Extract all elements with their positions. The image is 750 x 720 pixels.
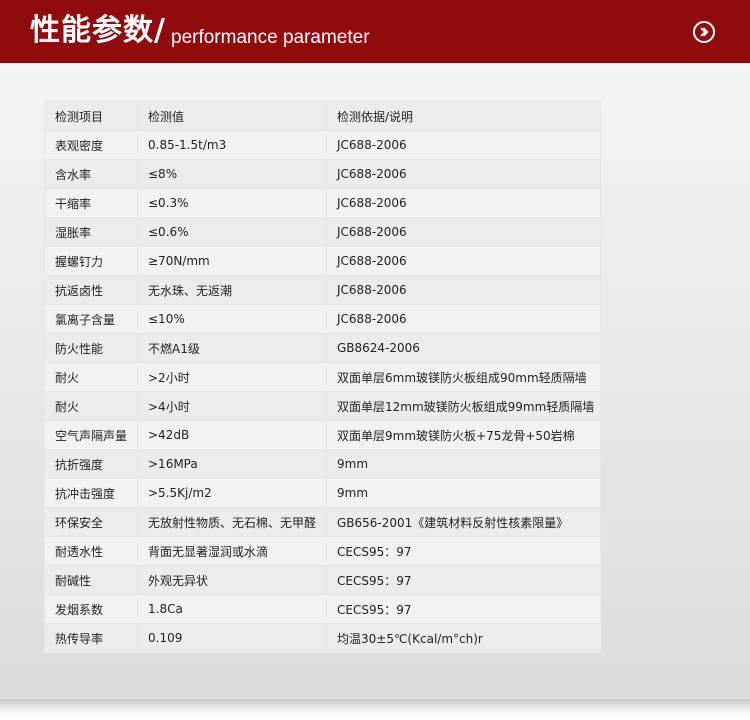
table-cell: JC688-2006 [326,159,601,189]
table-cell: 双面单层6mm玻镁防火板组成90mm轻质隔墙 [326,362,601,392]
table-cell: 背面无显著湿润或水滴 [137,536,327,566]
table-cell: 抗折强度 [44,449,138,479]
table-cell: 双面单层12mm玻镁防火板组成99mm轻质隔墙 [326,391,601,421]
table-cell: JC688-2006 [326,217,601,247]
table-cell: >2小时 [137,362,327,392]
chevron-right-circle-icon[interactable] [693,21,715,43]
table-row: 耐火 >4小时 双面单层12mm玻镁防火板组成99mm轻质隔墙 [44,391,601,421]
table-cell: 0.85-1.5t/m3 [137,130,327,160]
page-header: 性能参数/ performance parameter [0,0,750,63]
table-cell: JC688-2006 [326,304,601,334]
table-row: 抗冲击强度 >5.5Kj/m2 9mm [44,478,601,508]
table-cell: 无放射性物质、无石棉、无甲醛 [137,507,327,537]
table-cell: >42dB [137,420,327,450]
table-cell: GB656-2001《建筑材料反射性核素限量》 [326,507,601,537]
column-header: 检测项目 [44,101,138,131]
table-cell: 氯离子含量 [44,304,138,334]
table-cell: 抗返卤性 [44,275,138,305]
table-cell: 均温30±5℃(Kcal/m°ch)r [326,623,601,653]
table-cell: 热传导率 [44,623,138,653]
table-cell: 湿胀率 [44,217,138,247]
table-cell: >5.5Kj/m2 [137,478,327,508]
bottom-shadow [0,699,750,720]
column-header: 检测值 [137,101,327,131]
table-cell: ≤10% [137,304,327,334]
table-cell: ≤0.3% [137,188,327,218]
table-cell: JC688-2006 [326,246,601,276]
table-cell: ≤0.6% [137,217,327,247]
table-cell: 0.109 [137,623,327,653]
table-cell: 发烟系数 [44,594,138,624]
table-cell: 双面单层9mm玻镁防火板+75龙骨+50岩棉 [326,420,601,450]
table-cell: 表观密度 [44,130,138,160]
table-cell: 耐火 [44,391,138,421]
table-cell: 环保安全 [44,507,138,537]
table-row: 氯离子含量 ≤10% JC688-2006 [44,304,601,334]
table-header-row: 检测项目 检测值 检测依据/说明 [44,101,601,131]
table-row: 环保安全 无放射性物质、无石棉、无甲醛 GB656-2001《建筑材料反射性核素限量… [44,507,601,537]
table-cell: CECS95：97 [326,536,601,566]
table-cell: CECS95：97 [326,594,601,624]
table-cell: 抗冲击强度 [44,478,138,508]
table-row: 发烟系数 1.8Ca CECS95：97 [44,594,601,624]
table-row: 握螺钉力 ≥70N/mm JC688-2006 [44,246,601,276]
table-cell: JC688-2006 [326,275,601,305]
table-row: 耐碱性 外观无异状 CECS95：97 [44,565,601,595]
table-cell: ≤8% [137,159,327,189]
table-row: 湿胀率 ≤0.6% JC688-2006 [44,217,601,247]
table-cell: 耐透水性 [44,536,138,566]
table-row: 热传导率 0.109 均温30±5℃(Kcal/m°ch)r [44,623,601,653]
table-cell: 耐火 [44,362,138,392]
table-row: 抗返卤性 无水珠、无返潮 JC688-2006 [44,275,601,305]
table-cell: 空气声隔声量 [44,420,138,450]
table-cell: 握螺钉力 [44,246,138,276]
table-cell: JC688-2006 [326,188,601,218]
table-row: 含水率 ≤8% JC688-2006 [44,159,601,189]
table-cell: 无水珠、无返潮 [137,275,327,305]
table-cell: 含水率 [44,159,138,189]
table-cell: 9mm [326,449,601,479]
table-row: 耐透水性 背面无显著湿润或水滴 CECS95：97 [44,536,601,566]
table-row: 耐火 >2小时 双面单层6mm玻镁防火板组成90mm轻质隔墙 [44,362,601,392]
table-cell: 9mm [326,478,601,508]
table-cell: 不燃A1级 [137,333,327,363]
table-cell: 干缩率 [44,188,138,218]
table-cell: 防火性能 [44,333,138,363]
table-cell: ≥70N/mm [137,246,327,276]
section-title-en: performance parameter [171,27,370,48]
table-cell: 耐碱性 [44,565,138,595]
table-cell: >16MPa [137,449,327,479]
table-row: 防火性能 不燃A1级 GB8624-2006 [44,333,601,363]
table-row: 空气声隔声量 >42dB 双面单层9mm玻镁防火板+75龙骨+50岩棉 [44,420,601,450]
table-cell: >4小时 [137,391,327,421]
table-cell: JC688-2006 [326,130,601,160]
table-cell: 1.8Ca [137,594,327,624]
performance-table: 检测项目 检测值 检测依据/说明 表观密度 0.85-1.5t/m3 JC688-2006… [44,101,601,653]
column-header: 检测依据/说明 [326,101,601,131]
table-cell: 外观无异状 [137,565,327,595]
table-row: 抗折强度 >16MPa 9mm [44,449,601,479]
table-row: 干缩率 ≤0.3% JC688-2006 [44,188,601,218]
table-cell: CECS95：97 [326,565,601,595]
table-cell: GB8624-2006 [326,333,601,363]
section-title-cn: 性能参数/ [30,13,166,48]
table-row: 表观密度 0.85-1.5t/m3 JC688-2006 [44,130,601,160]
